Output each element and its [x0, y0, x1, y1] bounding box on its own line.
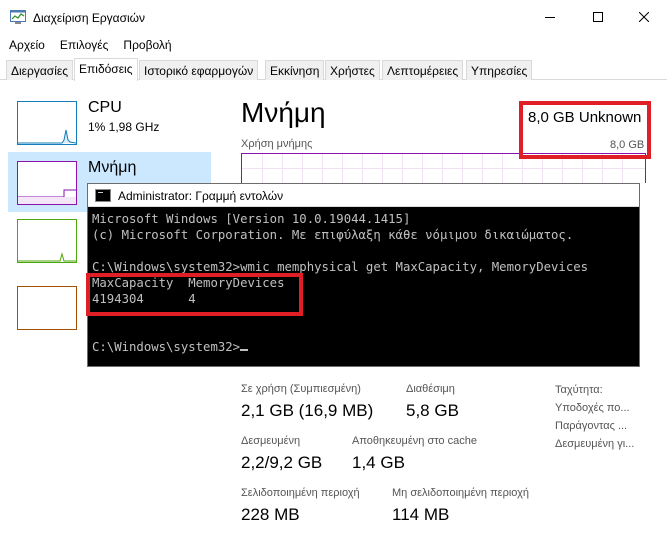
usage-graph-label: Χρήση μνήμης	[241, 138, 313, 150]
tab-bar: Διεργασίες Επιδόσεις Ιστορικό εφαρμογών …	[0, 58, 667, 81]
cmd-line: (c) Microsoft Corporation. Με επιφύλαξη …	[92, 228, 574, 242]
slots-label: Υποδοχές πο...	[555, 402, 630, 414]
cmd-cursor	[240, 349, 249, 351]
cmd-title: Administrator: Γραμμή εντολών	[118, 189, 284, 203]
cmd-line: Microsoft Windows [Version 10.0.19044.14…	[92, 212, 411, 226]
cmd-prompt-line: C:\Windows\system32>	[92, 339, 588, 355]
menu-options[interactable]: Επιλογές	[51, 34, 115, 56]
committed-value: 2,2/9,2 GB	[241, 453, 323, 472]
tab-details[interactable]: Λεπτομέρειες	[382, 60, 464, 80]
cmd-title-bar[interactable]: Administrator: Γραμμή εντολών	[88, 184, 639, 207]
highlight-total-memory	[519, 101, 651, 159]
cmd-line: ​	[92, 243, 588, 259]
cmd-icon	[95, 189, 111, 202]
cpu-thumbnail-graph	[17, 101, 77, 145]
sidebar-memory-title: Μνήμη	[88, 159, 137, 176]
title-bar[interactable]: Διαχείριση Εργασιών	[0, 0, 667, 34]
task-manager-icon	[10, 10, 26, 24]
minimize-icon	[545, 17, 555, 18]
cmd-prompt: C:\Windows\system32>	[92, 340, 241, 354]
paged-pool-value: 228 MB	[241, 505, 300, 524]
nonpaged-pool-value: 114 MB	[392, 505, 450, 524]
form-factor-label: Παράγοντας ...	[555, 420, 628, 432]
disk-sparkline	[18, 252, 76, 262]
available-label: Διαθέσιμη	[406, 383, 455, 395]
close-icon	[639, 12, 649, 22]
committed-label: Δεσμευμένη	[241, 435, 301, 447]
highlight-wmic-output	[86, 273, 303, 316]
hardware-reserved-label: Δεσμευμένη γι...	[555, 438, 635, 450]
cached-value: 1,4 GB	[352, 453, 405, 472]
tab-app-history[interactable]: Ιστορικό εφαρμογών	[139, 60, 259, 80]
available-value: 5,8 GB	[406, 401, 459, 420]
disk-thumbnail-graph	[17, 219, 77, 263]
close-button[interactable]	[621, 0, 667, 34]
tab-startup[interactable]: Εκκίνηση	[265, 60, 325, 80]
tab-users[interactable]: Χρήστες	[325, 60, 380, 80]
menu-file[interactable]: Αρχείο	[0, 34, 51, 56]
maximize-button[interactable]	[575, 0, 621, 34]
ethernet-thumbnail-graph	[17, 286, 77, 330]
memory-sparkline	[18, 189, 76, 204]
paged-pool-label: Σελιδοποιημένη περιοχή	[241, 487, 360, 499]
tab-performance[interactable]: Επιδόσεις	[74, 58, 138, 81]
cached-label: Αποθηκευμένη στο cache	[352, 435, 477, 447]
in-use-value: 2,1 GB (16,9 MB)	[241, 401, 374, 420]
sidebar-item-cpu[interactable]: CPU 1% 1,98 GHz	[8, 94, 211, 154]
minimize-button[interactable]	[527, 0, 573, 34]
page-title: Μνήμη	[241, 97, 326, 128]
memory-thumbnail-graph	[17, 161, 77, 205]
menu-view[interactable]: Προβολή	[114, 34, 177, 56]
window-title: Διαχείριση Εργασιών	[33, 11, 146, 25]
tab-processes[interactable]: Διεργασίες	[6, 60, 73, 80]
tab-services[interactable]: Υπηρεσίες	[466, 60, 533, 80]
cmd-line: ​	[92, 323, 588, 339]
nonpaged-pool-label: Μη σελιδοποιημένη περιοχή	[392, 487, 529, 499]
menu-bar: Αρχείο Επιλογές Προβολή	[0, 34, 667, 56]
maximize-icon	[593, 12, 603, 22]
speed-label: Ταχύτητα:	[555, 384, 603, 396]
sidebar-cpu-title: CPU	[88, 99, 122, 116]
sidebar-cpu-subtitle: 1% 1,98 GHz	[88, 120, 160, 134]
in-use-label: Σε χρήση (Συμπιεσμένη)	[241, 383, 361, 395]
cpu-sparkline	[18, 129, 76, 144]
